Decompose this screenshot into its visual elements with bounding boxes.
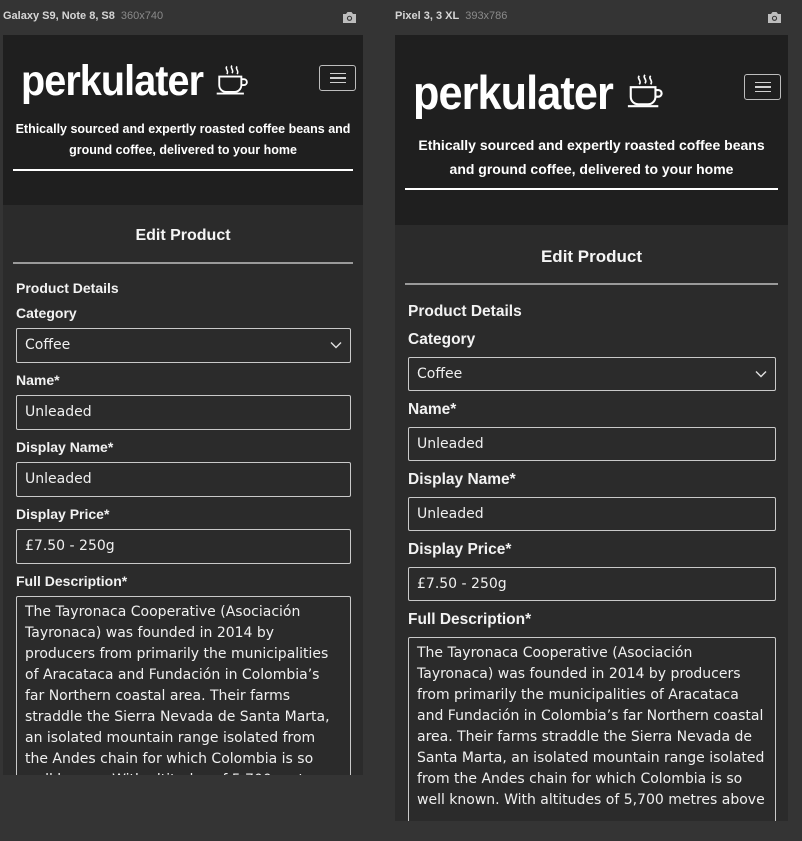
display-name-field[interactable]: Unleaded bbox=[16, 461, 351, 497]
site-header: perkulater Ethically sourced and expertl… bbox=[395, 35, 788, 225]
camera-icon[interactable] bbox=[342, 11, 357, 24]
device-viewport-galaxy: perkulater Ethically sourced and expertl… bbox=[3, 35, 363, 775]
edit-product-form: Product Details Category Coffee Name* Un… bbox=[395, 302, 788, 821]
display-name-label: Display Name* bbox=[408, 470, 516, 488]
display-name-label: Display Name* bbox=[16, 438, 114, 455]
device-name: Galaxy S9, Note 8, S8 bbox=[3, 10, 115, 22]
hamburger-icon[interactable] bbox=[319, 65, 356, 91]
display-price-field[interactable]: £7.50 - 250g bbox=[16, 528, 351, 564]
title-divider bbox=[13, 262, 353, 264]
display-name-value: Unleaded bbox=[25, 471, 92, 487]
full-description-textarea[interactable]: The Tayronaca Cooperative (Asociación Ta… bbox=[408, 636, 776, 821]
camera-icon[interactable] bbox=[767, 11, 782, 24]
main-content: Edit Product Product Details Category Co… bbox=[3, 205, 363, 775]
header-divider bbox=[13, 169, 353, 171]
category-select[interactable]: Coffee bbox=[408, 356, 776, 391]
coffee-cup-icon bbox=[215, 63, 249, 101]
coffee-cup-icon bbox=[626, 72, 664, 114]
device-size: 393x786 bbox=[465, 10, 508, 22]
device-viewport-pixel: perkulater Ethically sourced and expertl… bbox=[395, 35, 788, 821]
title-divider bbox=[405, 283, 778, 285]
logo-text: perkulater bbox=[413, 66, 614, 119]
header-divider bbox=[405, 188, 778, 190]
category-label: Category bbox=[408, 330, 476, 348]
name-label: Name* bbox=[408, 400, 457, 418]
category-value: Coffee bbox=[25, 337, 71, 353]
page-title: Edit Product bbox=[135, 227, 231, 244]
hamburger-icon[interactable] bbox=[744, 74, 781, 100]
chevron-down-icon bbox=[330, 341, 342, 349]
name-label: Name* bbox=[16, 371, 60, 388]
full-description-label: Full Description* bbox=[16, 572, 128, 589]
display-price-label: Display Price* bbox=[16, 505, 110, 522]
main-content: Edit Product Product Details Category Co… bbox=[395, 225, 788, 821]
display-name-value: Unleaded bbox=[417, 505, 484, 522]
site-logo[interactable]: perkulater bbox=[413, 65, 664, 120]
device-label-galaxy: Galaxy S9, Note 8, S8 360x740 bbox=[3, 10, 163, 22]
category-select[interactable]: Coffee bbox=[16, 327, 351, 363]
category-value: Coffee bbox=[417, 365, 463, 382]
logo-text: perkulater bbox=[21, 57, 204, 105]
name-field[interactable]: Unleaded bbox=[408, 426, 776, 461]
name-field[interactable]: Unleaded bbox=[16, 394, 351, 430]
display-price-value: £7.50 - 250g bbox=[417, 575, 507, 592]
device-name: Pixel 3, 3 XL bbox=[395, 10, 460, 22]
device-label-pixel: Pixel 3, 3 XL 393x786 bbox=[395, 10, 507, 22]
chevron-down-icon bbox=[755, 370, 767, 378]
header-tagline: Ethically sourced and expertly roasted c… bbox=[418, 137, 765, 177]
section-title: Product Details bbox=[408, 302, 522, 320]
full-description-label: Full Description* bbox=[408, 610, 532, 628]
edit-product-form: Product Details Category Coffee Name* Un… bbox=[3, 279, 363, 775]
full-description-textarea[interactable]: The Tayronaca Cooperative (Asociación Ta… bbox=[16, 595, 351, 775]
display-name-field[interactable]: Unleaded bbox=[408, 496, 776, 531]
name-value: Unleaded bbox=[25, 404, 92, 420]
header-tagline: Ethically sourced and expertly roasted c… bbox=[15, 122, 351, 157]
page-title: Edit Product bbox=[540, 247, 643, 266]
display-price-value: £7.50 - 250g bbox=[25, 538, 115, 554]
site-logo[interactable]: perkulater bbox=[21, 57, 249, 106]
device-size: 360x740 bbox=[120, 10, 164, 22]
name-value: Unleaded bbox=[417, 435, 484, 452]
site-header: perkulater Ethically sourced and expertl… bbox=[3, 35, 363, 205]
category-label: Category bbox=[16, 304, 77, 321]
display-price-field[interactable]: £7.50 - 250g bbox=[408, 566, 776, 601]
section-title: Product Details bbox=[16, 279, 119, 296]
display-price-label: Display Price* bbox=[408, 540, 512, 558]
